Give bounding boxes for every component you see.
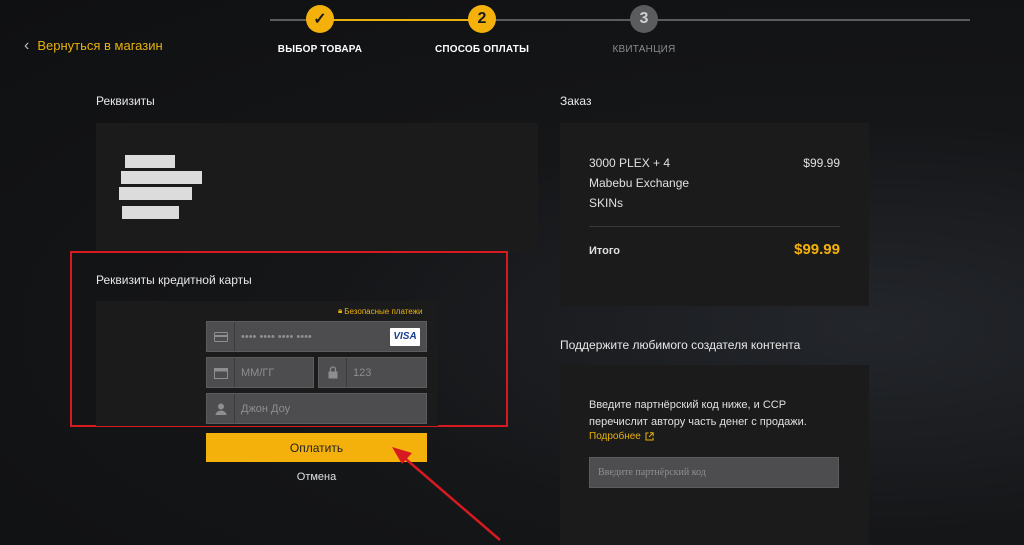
cardholder-name-field[interactable]: [206, 393, 427, 424]
step-1-circle: ✓: [306, 5, 334, 33]
cvv-input[interactable]: [347, 358, 426, 387]
partner-code-input[interactable]: [590, 458, 838, 487]
check-icon: ✓: [313, 11, 327, 28]
lock-icon: [319, 358, 347, 387]
step-3-label: КВИТАНЦИЯ: [612, 44, 676, 55]
step-3-circle: 3: [630, 5, 658, 33]
redacted-block: [125, 155, 175, 168]
visa-logo: VISA: [390, 327, 420, 346]
card-number-field[interactable]: VISA: [206, 321, 427, 352]
step-2-circle: 2: [468, 5, 496, 33]
expiry-field[interactable]: [206, 357, 314, 388]
support-description: Введите партнёрский код ниже, и CCP пере…: [589, 399, 807, 428]
card-number-input[interactable]: [235, 322, 390, 351]
redacted-block: [122, 206, 179, 219]
calendar-icon: [207, 358, 235, 387]
step-1-label: ВЫБОР ТОВАРА: [277, 44, 363, 55]
details-title: Реквизиты: [96, 94, 155, 108]
back-to-store-link[interactable]: ‹ Вернуться в магазин: [24, 37, 163, 54]
order-divider: [589, 226, 840, 227]
expiry-input[interactable]: [235, 358, 313, 387]
learn-more-link[interactable]: Подробнее: [589, 431, 654, 442]
credit-card-icon: [207, 322, 235, 351]
redacted-block: [119, 187, 192, 200]
order-item-name: 3000 PLEX + 4 Mabebu Exchange SKINs: [589, 156, 690, 210]
order-total-label: Итого: [589, 245, 621, 257]
support-panel: [560, 365, 869, 545]
progress-fill: [320, 19, 482, 21]
order-title: Заказ: [560, 94, 592, 108]
order-panel: [560, 123, 869, 306]
card-details-title: Реквизиты кредитной карты: [96, 273, 252, 287]
secure-payments-badge: 🔒︎ Безопасные платежи: [338, 306, 423, 316]
partner-code-field[interactable]: [589, 457, 839, 488]
lock-icon: 🔒︎: [338, 306, 343, 315]
order-item-price: $99.99: [803, 156, 840, 170]
redacted-block: [121, 171, 202, 184]
order-total-value: $99.99: [794, 241, 840, 258]
cardholder-name-input[interactable]: [235, 394, 426, 423]
user-icon: [207, 394, 235, 423]
external-link-icon: [645, 432, 654, 441]
back-link-label: Вернуться в магазин: [37, 38, 163, 53]
chevron-left-icon: ‹: [24, 37, 30, 54]
cvv-field[interactable]: [318, 357, 427, 388]
step-2-label: СПОСОБ ОПЛАТЫ: [434, 44, 530, 55]
annotation-arrow: [392, 447, 501, 541]
support-title: Поддержите любимого создателя контента: [560, 338, 801, 352]
